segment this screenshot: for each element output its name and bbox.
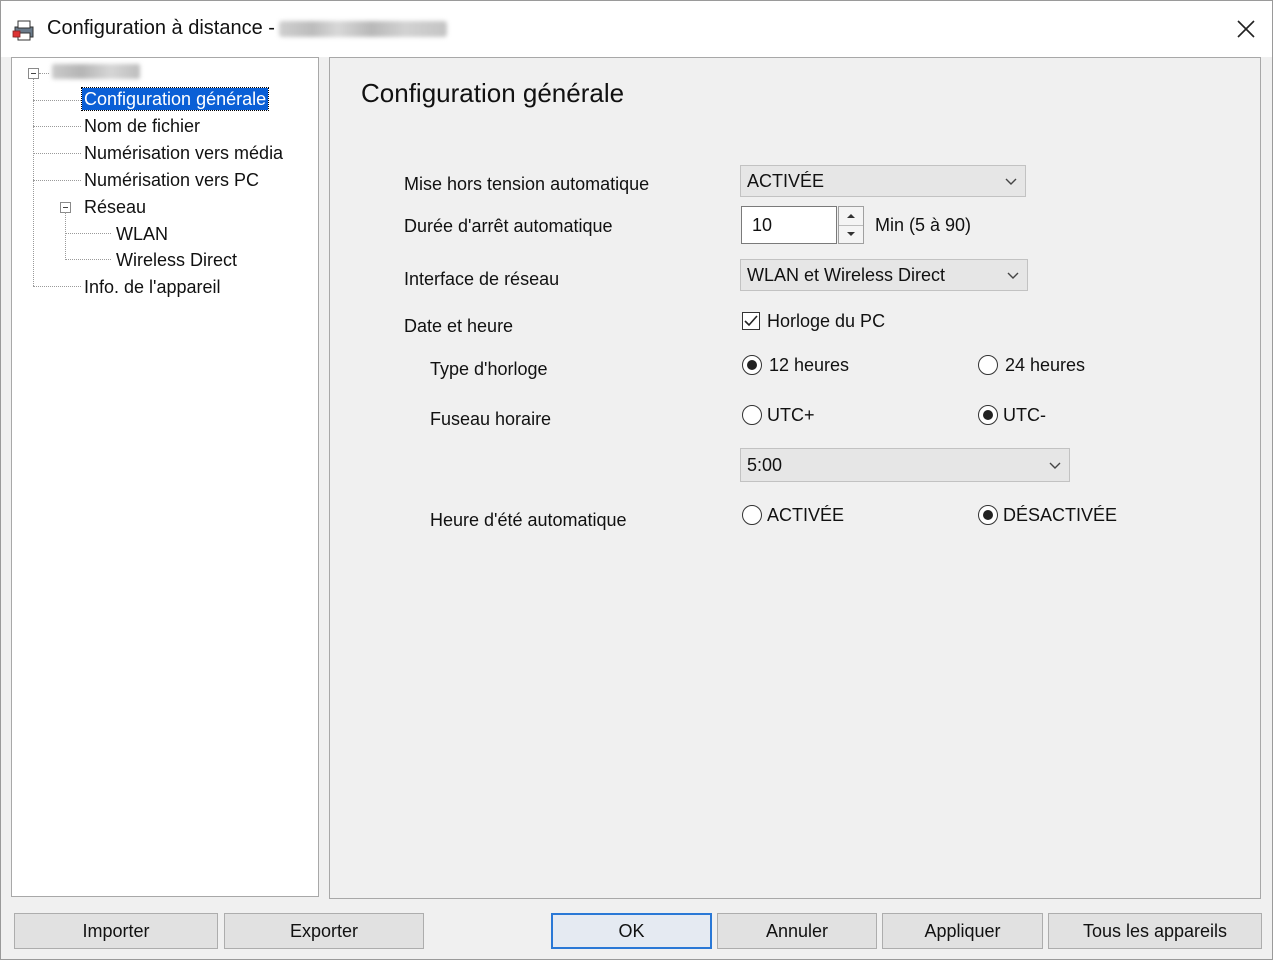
time-zone-label: Fuseau horaire (430, 409, 552, 429)
utc-plus-label: UTC+ (767, 405, 815, 425)
pc-clock-checkbox[interactable] (742, 312, 760, 330)
collapse-root-icon[interactable] (28, 68, 39, 79)
clock-12h-radio[interactable] (742, 355, 762, 375)
arrow-up-icon (847, 214, 855, 218)
utc-minus-radio[interactable] (978, 405, 998, 425)
remote-setup-window: Configuration à distance - Configuration… (0, 0, 1273, 960)
tree-item-network[interactable]: Réseau (82, 196, 148, 218)
cancel-button[interactable]: Annuler (717, 913, 877, 949)
settings-content: Configuration générale Mise hors tension… (329, 57, 1261, 899)
utc-offset-select[interactable]: 5:00 (740, 448, 1070, 482)
clock-24h-label: 24 heures (1005, 355, 1086, 375)
auto-off-time-spinner (838, 206, 864, 244)
tree-item-general-config[interactable]: Configuration générale (80, 87, 270, 111)
clock-24h-radio[interactable] (978, 355, 998, 375)
all-devices-button[interactable]: Tous les appareils (1048, 913, 1262, 949)
network-interface-label: Interface de réseau (404, 269, 560, 289)
auto-off-time-input[interactable] (741, 206, 837, 244)
dst-off-label: DÉSACTIVÉE (1003, 505, 1118, 525)
auto-power-off-label: Mise hors tension automatique (404, 174, 650, 194)
auto-off-time-unit: Min (5 à 90) (875, 215, 972, 235)
chevron-down-icon (1007, 272, 1019, 279)
spin-up-button[interactable] (839, 207, 863, 226)
network-interface-value: WLAN et Wireless Direct (747, 265, 946, 285)
printer-app-icon (12, 20, 34, 41)
utc-minus-label: UTC- (1003, 405, 1046, 425)
page-title: Configuration générale (361, 78, 625, 108)
date-time-label: Date et heure (404, 316, 514, 336)
tree-item-scan-to-pc[interactable]: Numérisation vers PC (82, 169, 261, 191)
chevron-down-icon (1049, 462, 1061, 469)
arrow-down-icon (847, 232, 855, 236)
network-interface-select[interactable]: WLAN et Wireless Direct (740, 259, 1028, 291)
auto-power-off-select[interactable]: ACTIVÉE (740, 165, 1026, 197)
pc-clock-label: Horloge du PC (767, 311, 886, 331)
chevron-down-icon (1005, 178, 1017, 185)
utc-plus-radio[interactable] (742, 405, 762, 425)
settings-tree: Configuration générale Nom de fichier Nu… (11, 57, 319, 897)
auto-off-time-label: Durée d'arrêt automatique (404, 216, 613, 236)
clock-type-label: Type d'horloge (430, 359, 548, 379)
title-bar: Configuration à distance - (1, 1, 1272, 57)
tree-item-wireless-direct[interactable]: Wireless Direct (114, 249, 239, 271)
ok-button[interactable]: OK (551, 913, 712, 949)
dst-on-radio[interactable] (742, 505, 762, 525)
auto-power-off-value: ACTIVÉE (747, 171, 825, 191)
window-title: Configuration à distance - (47, 17, 275, 39)
tree-root-device-redacted[interactable] (52, 64, 140, 79)
tree-item-scan-to-media[interactable]: Numérisation vers média (82, 142, 285, 164)
dst-label: Heure d'été automatique (430, 510, 627, 530)
import-button[interactable]: Importer (14, 913, 218, 949)
dst-on-label: ACTIVÉE (767, 505, 845, 525)
utc-offset-value: 5:00 (747, 455, 783, 475)
dst-off-radio[interactable] (978, 505, 998, 525)
clock-12h-label: 12 heures (769, 355, 850, 375)
spin-down-button[interactable] (839, 225, 863, 243)
checkmark-icon (744, 315, 758, 327)
close-button[interactable] (1225, 9, 1267, 49)
export-button[interactable]: Exporter (224, 913, 424, 949)
apply-button[interactable]: Appliquer (882, 913, 1043, 949)
tree-item-wlan[interactable]: WLAN (114, 223, 170, 245)
close-icon (1237, 20, 1255, 38)
device-name-redacted (279, 21, 447, 37)
tree-item-file-name[interactable]: Nom de fichier (82, 115, 202, 137)
tree-item-device-info[interactable]: Info. de l'appareil (82, 276, 223, 298)
